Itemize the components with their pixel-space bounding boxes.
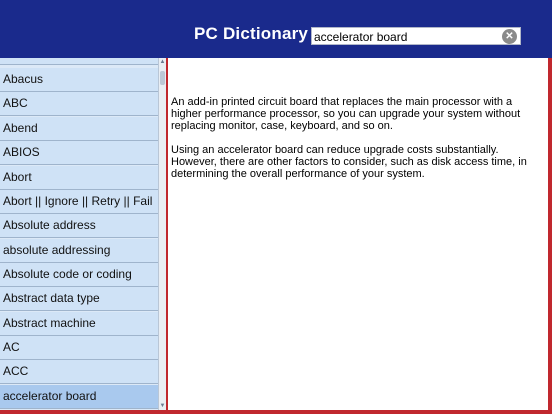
scroll-up-arrow-icon[interactable]: ▲ (159, 58, 166, 66)
definition-paragraph: Using an accelerator board can reduce up… (171, 144, 527, 180)
list-item-label: Abstract data type (3, 291, 100, 305)
app-title: PC Dictionary (194, 24, 309, 43)
list-item-label: ABIOS (3, 145, 40, 159)
definition-pane: An add-in printed circuit board that rep… (168, 58, 548, 410)
list-item[interactable]: Abstract machine (0, 312, 158, 336)
list-item[interactable]: Absolute code or coding (0, 263, 158, 287)
list-item-label: Abstract machine (3, 316, 96, 330)
list-item[interactable]: Abort (0, 166, 158, 190)
app-header: PC Dictionary ✕ (0, 0, 552, 58)
bottom-border (0, 410, 552, 414)
scroll-down-arrow-icon[interactable]: ▼ (159, 402, 166, 410)
right-border (548, 58, 552, 410)
list-item[interactable]: AC (0, 336, 158, 360)
list-item-label: ACC (3, 364, 29, 378)
list-item[interactable]: ABC (0, 92, 158, 116)
list-item-label: Abacus (3, 72, 44, 86)
list-item[interactable]: ACC (0, 360, 158, 384)
search-box[interactable]: ✕ (311, 27, 521, 45)
list-item[interactable]: Abacus (0, 68, 158, 92)
clear-search-icon[interactable]: ✕ (502, 29, 517, 44)
list-item[interactable]: Abstract data type (0, 287, 158, 311)
list-item[interactable]: ABACUS (0, 58, 158, 65)
list-scrollbar[interactable]: ▲ ▼ (158, 58, 166, 410)
list-item-label: accelerator board (3, 389, 97, 403)
list-item-label: absolute addressing (3, 243, 111, 257)
list-item[interactable]: Absolute address (0, 214, 158, 238)
scroll-thumb[interactable] (160, 71, 165, 85)
term-list[interactable]: ABACUS Abacus ABC Abend ABIOS Abort Abor… (0, 58, 166, 410)
list-item-label: ABC (3, 96, 28, 110)
list-item[interactable]: ABIOS (0, 141, 158, 165)
list-item[interactable]: absolute addressing (0, 239, 158, 263)
list-item-label: Absolute code or coding (3, 267, 132, 281)
list-item-label: Absolute address (3, 218, 96, 232)
list-item-selected[interactable]: accelerator board (0, 385, 158, 409)
list-item-label: Abort (3, 170, 32, 184)
list-item-label: Abort || Ignore || Retry || Fail (3, 194, 153, 208)
definition-paragraph: An add-in printed circuit board that rep… (171, 96, 521, 132)
list-item[interactable]: Abend (0, 117, 158, 141)
list-item[interactable]: Abort || Ignore || Retry || Fail (0, 190, 158, 214)
list-item-label: Abend (3, 121, 38, 135)
list-item-label: ABACUS (3, 58, 52, 59)
list-item-label: AC (3, 340, 20, 354)
search-input[interactable] (314, 29, 500, 44)
